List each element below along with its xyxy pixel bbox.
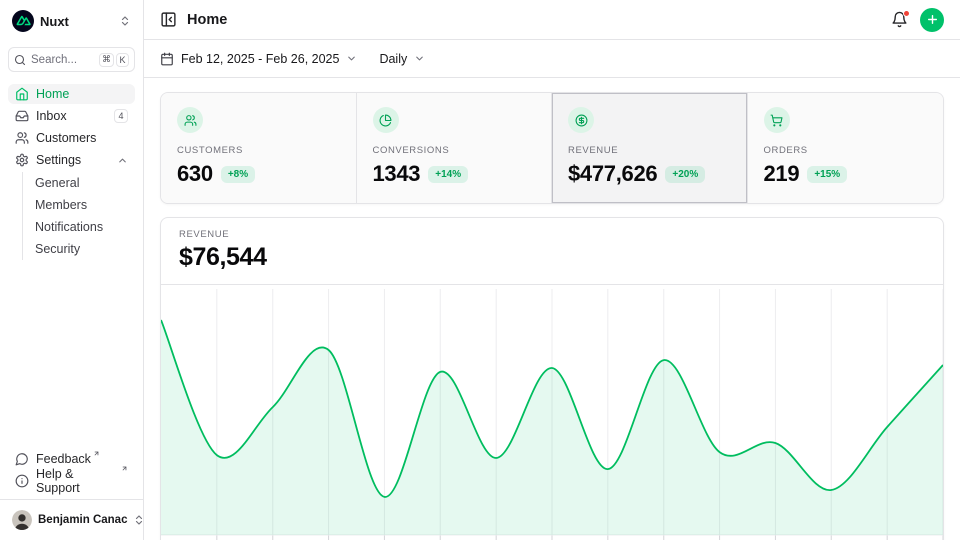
search-input[interactable]: Search... ⌘ K bbox=[8, 47, 135, 72]
inbox-icon bbox=[15, 109, 29, 123]
stat-card-orders[interactable]: ORDERS 219 +15% bbox=[748, 93, 944, 203]
sidebar-item-members[interactable]: Members bbox=[29, 194, 135, 216]
calendar-icon bbox=[160, 52, 174, 66]
sidebar-item-label: Members bbox=[35, 198, 87, 212]
stat-delta-badge: +8% bbox=[221, 166, 255, 183]
dollar-circle-icon bbox=[568, 107, 594, 133]
sidebar-nav: Home Inbox 4 Customers Settings Ge bbox=[8, 84, 135, 260]
sidebar-item-security[interactable]: Security bbox=[29, 238, 135, 260]
users-icon bbox=[15, 131, 29, 145]
sidebar-item-label: Settings bbox=[36, 153, 81, 167]
stats-row: CUSTOMERS 630 +8% CONVERSIONS 1343 +14% bbox=[160, 92, 944, 204]
app-window: Nuxt Search... ⌘ K Home Inbox bbox=[0, 0, 960, 540]
settings-submenu: General Members Notifications Security bbox=[22, 172, 135, 260]
sidebar-item-notifications[interactable]: Notifications bbox=[29, 216, 135, 238]
sidebar-item-customers[interactable]: Customers bbox=[8, 128, 135, 148]
chevrons-up-down-icon bbox=[119, 15, 131, 27]
notifications-button[interactable] bbox=[891, 11, 908, 28]
search-icon bbox=[14, 54, 26, 66]
user-section: Benjamin Canac bbox=[0, 499, 143, 532]
kbd-cmd: ⌘ bbox=[99, 53, 114, 67]
user-name: Benjamin Canac bbox=[38, 514, 127, 526]
content: CUSTOMERS 630 +8% CONVERSIONS 1343 +14% bbox=[144, 78, 960, 540]
sidebar-item-label: Feedback bbox=[36, 452, 91, 466]
stat-value: $477,626 bbox=[568, 161, 657, 187]
inbox-count-badge: 4 bbox=[114, 109, 128, 123]
sidebar-item-help-support[interactable]: Help & Support bbox=[8, 471, 135, 491]
sidebar-item-label: Home bbox=[36, 87, 69, 101]
revenue-area-chart bbox=[161, 289, 943, 540]
chart-header: REVENUE $76,544 bbox=[161, 218, 943, 285]
search-placeholder: Search... bbox=[31, 54, 77, 66]
add-button[interactable] bbox=[920, 8, 944, 32]
chart-plot-area[interactable]: 14 Feb 16 Feb 18 Feb 20 Feb 22 Feb 24 Fe… bbox=[161, 285, 943, 540]
date-range-picker[interactable]: Feb 12, 2025 - Feb 26, 2025 bbox=[160, 52, 357, 66]
sidebar-item-label: Inbox bbox=[36, 109, 67, 123]
sidebar-item-inbox[interactable]: Inbox 4 bbox=[8, 106, 135, 126]
stat-label: CUSTOMERS bbox=[177, 145, 340, 156]
collapse-sidebar-icon[interactable] bbox=[160, 11, 177, 28]
stat-delta-badge: +20% bbox=[665, 166, 705, 183]
home-icon bbox=[15, 87, 29, 101]
sidebar-item-settings[interactable]: Settings bbox=[8, 150, 135, 170]
kbd-k: K bbox=[116, 53, 129, 67]
message-circle-icon bbox=[15, 452, 29, 466]
stat-delta-badge: +14% bbox=[428, 166, 468, 183]
date-range-value: Feb 12, 2025 - Feb 26, 2025 bbox=[181, 52, 339, 66]
search-shortcut: ⌘ K bbox=[99, 53, 129, 67]
chart-metric-label: REVENUE bbox=[179, 229, 925, 240]
stat-value: 630 bbox=[177, 161, 213, 187]
team-selector[interactable]: Nuxt bbox=[8, 8, 135, 34]
gear-icon bbox=[15, 153, 29, 167]
sidebar-item-label: Customers bbox=[36, 131, 96, 145]
interval-select[interactable]: Daily bbox=[379, 52, 425, 66]
stat-card-conversions[interactable]: CONVERSIONS 1343 +14% bbox=[357, 93, 553, 203]
revenue-chart-card: REVENUE $76,544 14 Feb 16 Feb 18 Feb 20 … bbox=[160, 217, 944, 540]
interval-value: Daily bbox=[379, 52, 407, 66]
external-link-icon bbox=[93, 450, 100, 457]
info-icon bbox=[15, 474, 29, 488]
sidebar-item-label: Notifications bbox=[35, 220, 103, 234]
sidebar-item-general[interactable]: General bbox=[29, 172, 135, 194]
external-link-icon bbox=[121, 465, 128, 472]
plus-icon bbox=[926, 13, 939, 26]
sidebar-item-label: Security bbox=[35, 242, 80, 256]
stat-delta-badge: +15% bbox=[807, 166, 847, 183]
stat-card-customers[interactable]: CUSTOMERS 630 +8% bbox=[161, 93, 357, 203]
stat-label: ORDERS bbox=[764, 145, 928, 156]
chevron-down-icon bbox=[414, 53, 425, 64]
user-menu[interactable]: Benjamin Canac bbox=[8, 508, 135, 532]
topbar: Home bbox=[144, 0, 960, 40]
customers-icon bbox=[177, 107, 203, 133]
sidebar: Nuxt Search... ⌘ K Home Inbox bbox=[0, 0, 144, 540]
stat-label: REVENUE bbox=[568, 145, 731, 156]
stat-label: CONVERSIONS bbox=[373, 145, 536, 156]
sidebar-item-label: Help & Support bbox=[36, 467, 119, 495]
avatar bbox=[12, 510, 32, 530]
team-name: Nuxt bbox=[40, 14, 69, 29]
shopping-cart-icon bbox=[764, 107, 790, 133]
chevron-up-icon[interactable] bbox=[117, 155, 128, 166]
sidebar-item-home[interactable]: Home bbox=[8, 84, 135, 104]
stat-card-revenue[interactable]: REVENUE $477,626 +20% bbox=[552, 93, 748, 203]
chevron-down-icon bbox=[346, 53, 357, 64]
stat-value: 1343 bbox=[373, 161, 421, 187]
pie-chart-icon bbox=[373, 107, 399, 133]
notification-dot bbox=[903, 10, 910, 17]
sidebar-item-feedback[interactable]: Feedback bbox=[8, 449, 135, 469]
page-title: Home bbox=[187, 12, 227, 28]
sidebar-item-label: General bbox=[35, 176, 79, 190]
stat-value: 219 bbox=[764, 161, 800, 187]
filter-toolbar: Feb 12, 2025 - Feb 26, 2025 Daily bbox=[144, 40, 960, 78]
nuxt-logo-icon bbox=[12, 10, 34, 32]
main-area: Home Feb 12, 2025 - Feb 26, 2025 Daily bbox=[144, 0, 960, 540]
chart-metric-value: $76,544 bbox=[179, 243, 925, 272]
